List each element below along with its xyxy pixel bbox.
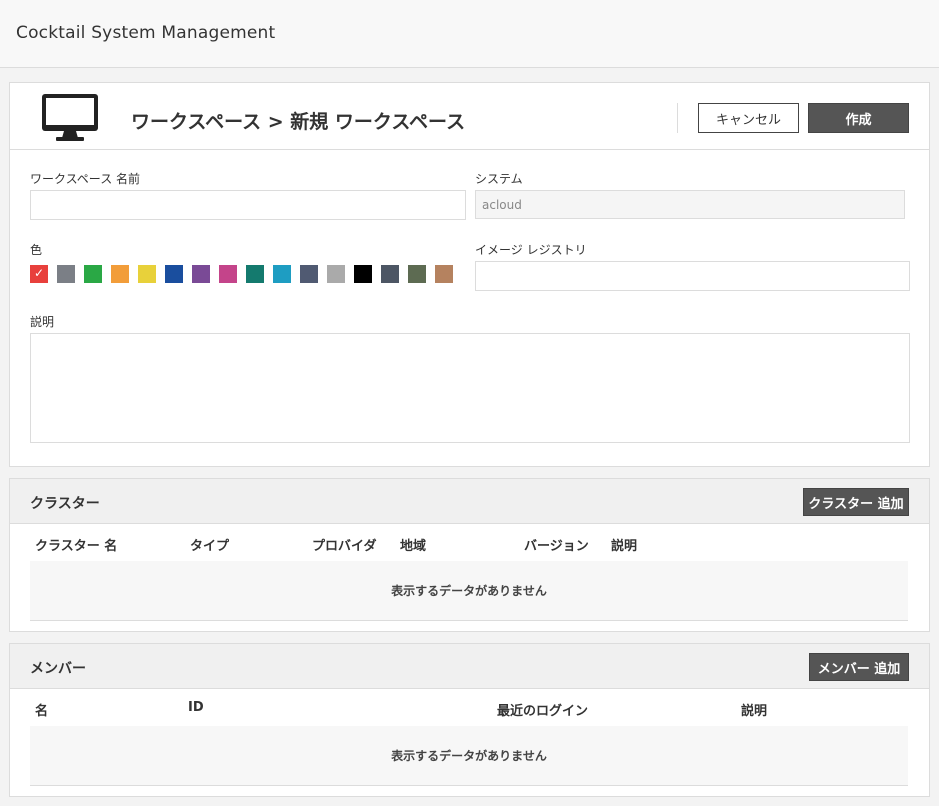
column-header[interactable]: 説明 [741,700,767,719]
system-field: acloud [475,190,905,219]
workspace-form-panel: ワークスペース > 新規 ワークスペース キャンセル 作成 ワークスペース 名前… [9,82,930,467]
image-registry-input[interactable] [475,261,910,291]
color-swatch[interactable] [165,265,183,283]
column-header[interactable]: 説明 [611,535,637,554]
system-label: システム [475,172,523,186]
color-swatch[interactable] [192,265,210,283]
member-panel: メンバー メンバー 追加 名 ID 最近のログイン 説明 表示するデータがありま… [9,643,930,797]
column-header[interactable]: プロバイダ [312,535,376,554]
header-divider [677,103,678,133]
member-section-header: メンバー メンバー 追加 [10,644,929,689]
add-cluster-button[interactable]: クラスター 追加 [803,488,909,516]
color-swatch[interactable] [84,265,102,283]
page-title: ワークスペース > 新規 ワークスペース [131,111,466,133]
member-empty-message: 表示するデータがありません [30,726,908,786]
column-header[interactable]: 地域 [400,535,426,554]
cluster-section-header: クラスター クラスター 追加 [10,479,929,524]
color-swatch[interactable] [300,265,318,283]
app-header: Cocktail System Management [0,0,939,68]
app-title: Cocktail System Management [16,23,276,43]
workspace-name-input[interactable] [30,190,466,220]
color-swatch[interactable] [246,265,264,283]
color-swatches: ✓ [30,265,460,287]
column-header[interactable]: タイプ [190,535,229,554]
color-swatch[interactable] [57,265,75,283]
color-swatch[interactable] [111,265,129,283]
check-icon: ✓ [33,266,45,280]
add-member-button[interactable]: メンバー 追加 [809,653,909,681]
create-button[interactable]: 作成 [808,103,909,133]
description-textarea[interactable] [30,333,910,443]
form-header: ワークスペース > 新規 ワークスペース キャンセル 作成 [10,83,929,150]
color-swatch[interactable] [354,265,372,283]
column-header[interactable]: 最近のログイン [497,700,588,719]
monitor-icon [42,94,98,141]
color-swatch[interactable] [435,265,453,283]
cluster-panel: クラスター クラスター 追加 クラスター 名 タイプ プロバイダ 地域 バージョ… [9,478,930,632]
description-label: 説明 [30,315,55,329]
image-registry-label: イメージ レジストリ [475,243,587,257]
member-section-title: メンバー [30,661,86,677]
column-header[interactable]: バージョン [524,535,589,554]
color-label: 色 [30,243,43,257]
color-swatch[interactable] [408,265,426,283]
column-header[interactable]: 名 [35,700,48,719]
cancel-button[interactable]: キャンセル [698,103,799,133]
cluster-empty-message: 表示するデータがありません [30,561,908,621]
column-header[interactable]: クラスター 名 [35,535,117,554]
color-swatch[interactable] [219,265,237,283]
column-header[interactable]: ID [188,700,204,715]
color-swatch[interactable] [381,265,399,283]
color-swatch[interactable] [138,265,156,283]
color-swatch[interactable] [273,265,291,283]
cluster-section-title: クラスター [30,496,100,512]
workspace-name-label: ワークスペース 名前 [30,172,141,186]
color-swatch[interactable] [327,265,345,283]
color-swatch[interactable]: ✓ [30,265,48,283]
